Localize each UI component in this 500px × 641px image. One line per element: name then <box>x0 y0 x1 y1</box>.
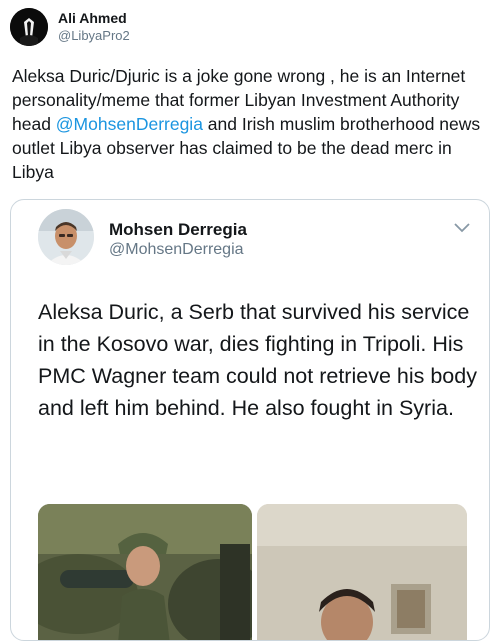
quoted-author-handle[interactable]: @MohsenDerregia <box>109 241 244 259</box>
author-avatar[interactable] <box>10 8 48 46</box>
tweet-text: Aleksa Duric/Djuric is a joke gone wrong… <box>12 64 492 184</box>
quoted-tweet-text: Aleksa Duric, a Serb that survived his s… <box>38 300 477 420</box>
mention-link[interactable]: @MohsenDerregia <box>56 114 203 134</box>
media-photo-right[interactable] <box>257 504 467 640</box>
author-handle[interactable]: @LibyaPro2 <box>58 28 130 43</box>
tweet-card: Ali Ahmed @LibyaPro2 Aleksa Duric/Djuric… <box>0 0 500 641</box>
quoted-tweet-card[interactable]: Mohsen Derregia @MohsenDerregia Aleksa D… <box>10 199 490 641</box>
quoted-author-name[interactable]: Mohsen Derregia <box>109 220 247 240</box>
author-name[interactable]: Ali Ahmed <box>58 10 127 26</box>
quoted-author-avatar[interactable] <box>38 209 94 265</box>
media-photo-left[interactable] <box>38 504 252 640</box>
chevron-down-icon[interactable] <box>453 222 471 234</box>
